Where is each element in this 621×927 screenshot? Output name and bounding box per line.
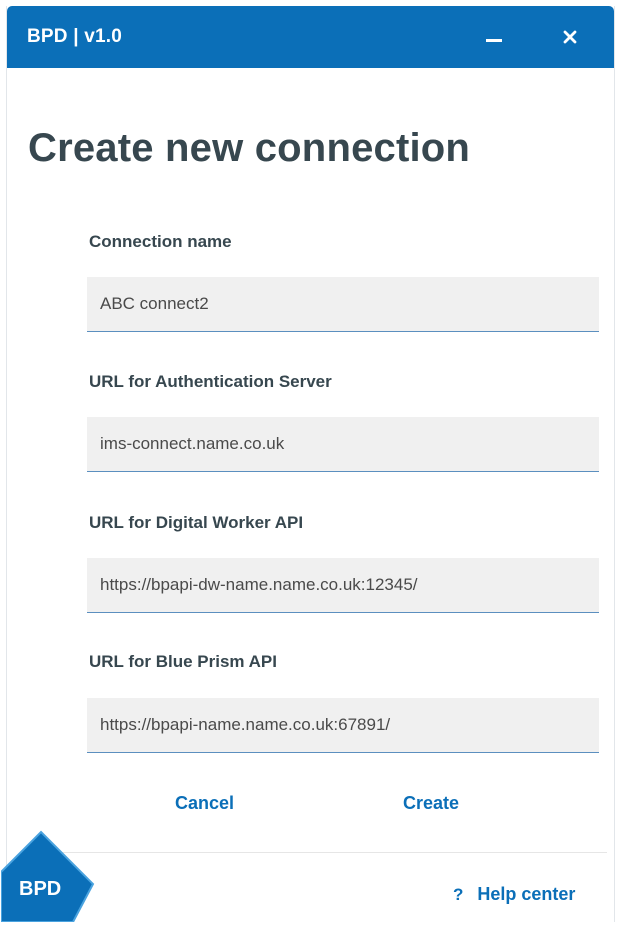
blue-prism-api-url-label: URL for Blue Prism API	[89, 652, 277, 671]
auth-server-url-label: URL for Authentication Server	[89, 372, 332, 391]
help-center-link[interactable]: ? Help center	[453, 884, 575, 905]
svg-text:BPD: BPD	[19, 878, 61, 900]
footer-divider	[47, 852, 607, 853]
close-icon	[563, 30, 577, 44]
digital-worker-api-url-input[interactable]	[87, 558, 599, 613]
help-center-label: Help center	[477, 884, 576, 904]
help-question-icon: ?	[453, 884, 464, 904]
blue-prism-api-url-input[interactable]	[87, 698, 599, 753]
bpd-logo: BPD	[0, 826, 97, 927]
create-button[interactable]: Create	[403, 793, 459, 814]
connection-name-label: Connection name	[89, 232, 232, 251]
page-title: Create new connection	[28, 126, 471, 170]
minimize-button[interactable]	[477, 20, 511, 54]
app-title: BPD | v1.0	[27, 26, 122, 47]
connection-name-input[interactable]	[87, 277, 599, 332]
title-bar: BPD | v1.0	[7, 6, 614, 68]
minimize-icon	[486, 39, 502, 42]
auth-server-url-input[interactable]	[87, 417, 599, 472]
bpd-logo-icon: BPD	[0, 830, 95, 923]
close-button[interactable]	[553, 20, 587, 54]
app-window: BPD | v1.0 Create new connection Connect…	[0, 6, 615, 923]
cancel-button[interactable]: Cancel	[175, 793, 234, 814]
digital-worker-api-url-label: URL for Digital Worker API	[89, 513, 304, 532]
